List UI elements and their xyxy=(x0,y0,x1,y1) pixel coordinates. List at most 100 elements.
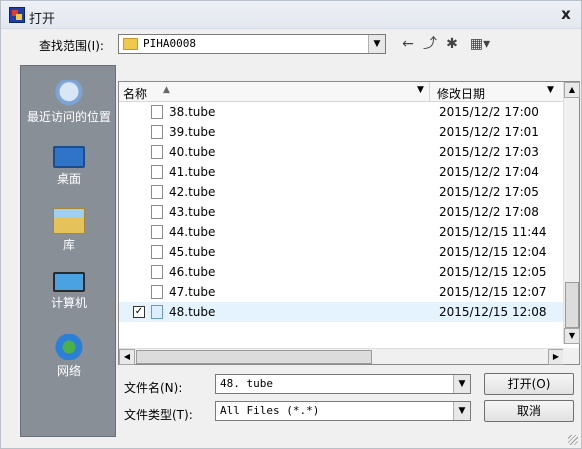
scroll-up-icon[interactable]: ▲ xyxy=(564,82,580,98)
back-icon[interactable]: ← xyxy=(399,35,417,53)
file-row[interactable]: 43.tube 2015/12/2 17:08 xyxy=(119,202,564,222)
cancel-button[interactable]: 取消 xyxy=(484,400,574,422)
file-row[interactable]: 40.tube 2015/12/2 17:03 xyxy=(119,142,564,162)
file-date: 2015/12/15 12:05 xyxy=(439,265,547,279)
place-label: 最近访问的位置 xyxy=(26,110,111,124)
file-name: 45.tube xyxy=(169,245,216,259)
lookin-label: 查找范围(I): xyxy=(39,39,104,53)
computer-icon xyxy=(53,272,85,292)
scroll-left-icon[interactable]: ◀ xyxy=(119,349,135,365)
title-bar: 打开 x xyxy=(1,1,581,29)
file-date: 2015/12/2 17:05 xyxy=(439,185,539,199)
column-header-date[interactable]: 修改日期 xyxy=(437,85,485,102)
up-folder-icon[interactable]: ⤴ xyxy=(421,35,439,53)
lookin-dropdown[interactable]: PIHA0008 ▼ xyxy=(118,34,386,54)
chevron-down-icon[interactable]: ▼ xyxy=(547,85,554,95)
file-row[interactable]: 44.tube 2015/12/15 11:44 xyxy=(119,222,564,242)
sort-ascending-icon: ▲ xyxy=(163,85,170,95)
file-name: 43.tube xyxy=(169,205,216,219)
file-name: 44.tube xyxy=(169,225,216,239)
file-icon xyxy=(151,125,163,139)
file-name: 40.tube xyxy=(169,145,216,159)
file-icon xyxy=(151,245,163,259)
file-icon xyxy=(151,145,163,159)
window-title: 打开 xyxy=(29,12,56,27)
vertical-scrollbar[interactable]: ▲ ▼ xyxy=(563,82,580,344)
filetype-value: All Files (*.*) xyxy=(220,404,320,417)
place-label: 库 xyxy=(62,238,75,252)
place-recent[interactable]: 最近访问的位置 xyxy=(21,80,117,125)
filetype-label: 文件类型(T): xyxy=(124,408,193,422)
file-row[interactable]: 39.tube 2015/12/2 17:01 xyxy=(119,122,564,142)
file-icon xyxy=(151,105,163,119)
file-date: 2015/12/15 12:08 xyxy=(439,305,547,319)
chevron-down-icon[interactable]: ▼ xyxy=(417,85,424,95)
scroll-right-icon[interactable]: ▶ xyxy=(548,349,564,365)
open-file-dialog: 打开 x 查找范围(I): PIHA0008 ▼ ← ⤴ ✱ ▦▾ 最近访问的位… xyxy=(0,0,582,449)
resize-grip-icon[interactable] xyxy=(568,435,578,445)
file-icon xyxy=(151,265,163,279)
list-header: 名称 ▲ ▼ 修改日期 ▼ xyxy=(119,82,564,102)
scroll-corner xyxy=(563,348,579,364)
file-row[interactable]: 41.tube 2015/12/2 17:04 xyxy=(119,162,564,182)
file-date: 2015/12/15 11:44 xyxy=(439,225,547,239)
app-icon xyxy=(9,7,25,23)
file-list: 名称 ▲ ▼ 修改日期 ▼ 38.tube 2015/12/2 17:00 39… xyxy=(118,81,580,365)
file-date: 2015/12/2 17:04 xyxy=(439,165,539,179)
file-name: 46.tube xyxy=(169,265,216,279)
file-row[interactable]: 42.tube 2015/12/2 17:05 xyxy=(119,182,564,202)
chevron-down-icon[interactable]: ▼ xyxy=(453,402,470,420)
file-row[interactable]: 46.tube 2015/12/15 12:05 xyxy=(119,262,564,282)
file-name: 38.tube xyxy=(169,105,216,119)
open-button[interactable]: 打开(O) xyxy=(484,373,574,395)
place-desktop[interactable]: 桌面 xyxy=(21,146,117,187)
column-divider[interactable] xyxy=(429,82,430,102)
folder-icon xyxy=(123,38,138,50)
file-date: 2015/12/2 17:08 xyxy=(439,205,539,219)
row-checkbox[interactable]: ✓ xyxy=(133,306,145,318)
file-icon xyxy=(151,285,163,299)
file-icon xyxy=(151,225,163,239)
place-label: 桌面 xyxy=(56,172,81,186)
file-name: 42.tube xyxy=(169,185,216,199)
filename-input[interactable]: 48. tube ▼ xyxy=(215,374,471,394)
file-date: 2015/12/2 17:03 xyxy=(439,145,539,159)
new-folder-icon[interactable]: ✱ xyxy=(443,35,461,53)
close-icon: x xyxy=(561,5,571,23)
recent-places-icon xyxy=(53,80,85,106)
scroll-thumb[interactable] xyxy=(565,282,579,328)
filename-label: 文件名(N): xyxy=(124,381,183,395)
scroll-down-icon[interactable]: ▼ xyxy=(564,328,580,344)
close-button[interactable]: x xyxy=(557,5,575,23)
lookin-value: PIHA0008 xyxy=(143,37,196,50)
desktop-icon xyxy=(53,146,85,168)
file-icon xyxy=(151,165,163,179)
chevron-down-icon[interactable]: ▼ xyxy=(368,35,385,53)
file-date: 2015/12/2 17:01 xyxy=(439,125,539,139)
file-date: 2015/12/15 12:04 xyxy=(439,245,547,259)
place-libraries[interactable]: 库 xyxy=(21,208,117,253)
file-name: 39.tube xyxy=(169,125,216,139)
network-icon xyxy=(53,334,85,360)
place-label: 网络 xyxy=(56,364,81,378)
chevron-down-icon[interactable]: ▼ xyxy=(453,375,470,393)
scroll-thumb[interactable] xyxy=(136,350,372,364)
file-icon xyxy=(151,185,163,199)
file-row[interactable]: 38.tube 2015/12/2 17:00 xyxy=(119,102,564,122)
places-bar: 最近访问的位置 桌面 库 计算机 网络 xyxy=(20,65,116,437)
horizontal-scrollbar[interactable]: ◀ ▶ xyxy=(119,348,564,365)
file-date: 2015/12/15 12:07 xyxy=(439,285,547,299)
place-network[interactable]: 网络 xyxy=(21,334,117,379)
place-computer[interactable]: 计算机 xyxy=(21,272,117,311)
views-menu-icon[interactable]: ▦▾ xyxy=(465,35,495,53)
file-row[interactable]: 45.tube 2015/12/15 12:04 xyxy=(119,242,564,262)
file-date: 2015/12/2 17:00 xyxy=(439,105,539,119)
file-row-selected[interactable]: ✓ 48.tube 2015/12/15 12:08 xyxy=(119,302,564,322)
file-name: 48.tube xyxy=(169,305,216,319)
file-name: 47.tube xyxy=(169,285,216,299)
column-header-name[interactable]: 名称 xyxy=(123,85,147,102)
filetype-dropdown[interactable]: All Files (*.*) ▼ xyxy=(215,401,471,421)
file-name: 41.tube xyxy=(169,165,216,179)
file-row[interactable]: 47.tube 2015/12/15 12:07 xyxy=(119,282,564,302)
filename-value: 48. tube xyxy=(220,377,273,390)
